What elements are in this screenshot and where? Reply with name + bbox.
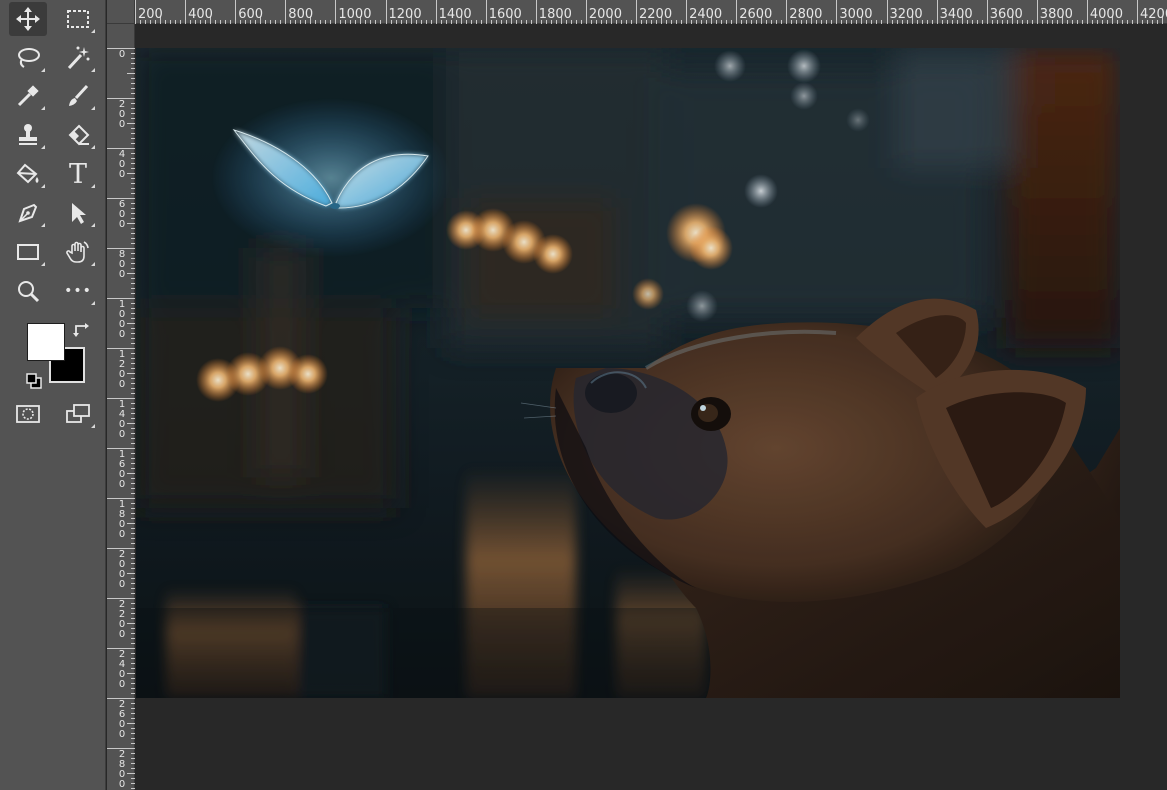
eyedropper-icon (17, 85, 39, 107)
pen-icon (18, 203, 38, 223)
eraser-icon (68, 124, 90, 146)
move-icon (16, 7, 40, 31)
magic-wand-icon (67, 46, 90, 70)
ruler-label: 2600 (739, 7, 773, 22)
edit-toolbar-button[interactable]: ••• (59, 274, 97, 308)
lasso-icon (18, 48, 40, 68)
move-tool[interactable] (9, 2, 47, 36)
screen-mode-tool[interactable] (59, 397, 97, 431)
ruler-label: 4000 (1089, 7, 1123, 22)
ruler-label: 0 (118, 49, 126, 60)
ruler-label: 1000 (338, 7, 372, 22)
ruler-label: 1 0 0 0 (118, 299, 126, 340)
image-canvas[interactable] (136, 48, 1120, 698)
ruler-label: 1200 (388, 7, 422, 22)
rectangle-icon (17, 244, 39, 260)
zoom-tool[interactable] (9, 274, 47, 308)
ruler-label: 1 4 0 0 (118, 399, 126, 440)
ruler-label: 1400 (438, 7, 472, 22)
horizontal-ruler[interactable]: 200 400 600 800 1000 1200 1400 1600 1800 2000 2200… (107, 0, 1167, 24)
ruler-label: 3000 (839, 7, 873, 22)
rectangle-tool[interactable] (9, 235, 47, 269)
ruler-label: 2 4 0 0 (118, 649, 126, 690)
pen-tool[interactable] (9, 196, 47, 230)
ruler-label: 2000 (588, 7, 622, 22)
more-dots-icon: ••• (64, 283, 92, 299)
eyedropper-tool[interactable] (9, 79, 47, 113)
ruler-label: 3800 (1039, 7, 1073, 22)
ruler-label: 2 0 0 (118, 99, 126, 130)
ruler-label: 6 0 0 (118, 199, 126, 230)
rect-marquee-tool[interactable] (59, 2, 97, 36)
quick-mask-icon (16, 405, 40, 423)
vertical-ruler[interactable]: 0 2 0 0 4 0 0 6 0 0 8 0 0 1 0 0 0 1 2 0 0 1 4 0… (107, 24, 135, 790)
type-tool[interactable]: T (59, 157, 97, 191)
foreground-color-swatch[interactable] (27, 323, 65, 361)
ruler-label: 1 2 0 0 (118, 349, 126, 390)
ruler-label: 2 0 0 0 (118, 549, 126, 590)
ruler-label: 1 6 0 0 (118, 449, 126, 490)
type-icon: T (68, 158, 87, 190)
ruler-label: 3400 (939, 7, 973, 22)
hand-tool[interactable] (59, 235, 97, 269)
brush-tool[interactable] (59, 79, 97, 113)
ruler-label: 2400 (689, 7, 723, 22)
ruler-label: 200 (138, 7, 163, 22)
photo-dog-and-butterfly (136, 48, 1120, 698)
document-workspace[interactable] (136, 25, 1167, 790)
ruler-label: 1800 (538, 7, 572, 22)
ruler-label: 8 0 0 (118, 249, 126, 280)
ruler-label: 600 (238, 7, 264, 22)
ruler-label: 2 8 0 0 (118, 749, 126, 790)
ruler-label: 1 8 0 0 (118, 499, 126, 540)
rect-marquee-icon (67, 10, 89, 28)
swap-colors-icon[interactable] (72, 320, 92, 340)
magic-wand-tool[interactable] (59, 41, 97, 75)
brush-icon (69, 84, 89, 106)
ruler-label: 3600 (989, 7, 1023, 22)
ruler-label: 2 2 0 0 (118, 599, 126, 640)
hand-icon (66, 241, 89, 263)
ruler-label: 1600 (488, 7, 522, 22)
quick-mask-tool[interactable] (9, 397, 47, 431)
ruler-label: 400 (188, 7, 213, 22)
paint-bucket-tool[interactable] (9, 157, 47, 191)
stamp-icon (19, 124, 37, 145)
default-colors-icon[interactable] (25, 372, 43, 390)
ruler-label: 4 0 0 (118, 149, 126, 180)
screen-mode-icon (66, 404, 90, 423)
ruler-label: 2200 (639, 7, 673, 22)
stamp-tool[interactable] (9, 118, 47, 152)
ruler-label: 3200 (889, 7, 923, 22)
tools-panel: T ••• (0, 0, 106, 790)
ruler-label: 4200 (1140, 7, 1167, 22)
ruler-origin[interactable] (107, 0, 135, 24)
eraser-tool[interactable] (59, 118, 97, 152)
lasso-tool[interactable] (9, 41, 47, 75)
ruler-label: 2 6 0 0 (118, 699, 126, 740)
path-select-tool[interactable] (59, 196, 97, 230)
zoom-icon (18, 281, 40, 303)
ruler-label: 2800 (789, 7, 823, 22)
path-select-arrow-icon (72, 203, 86, 224)
paint-bucket-icon (16, 163, 39, 184)
ruler-label: 800 (288, 7, 314, 22)
